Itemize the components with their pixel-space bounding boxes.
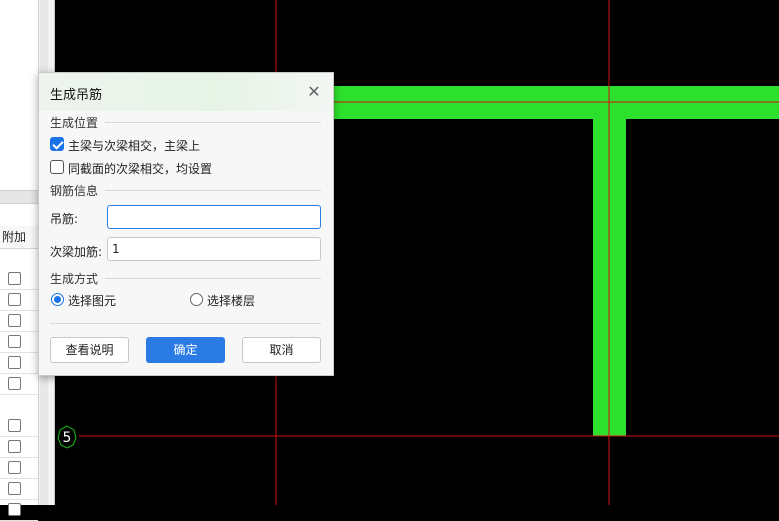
generate-hanger-dialog: 生成吊筋 ✕ 生成位置 主梁与次梁相交，主梁上 同截面的次梁相交，均设置 钢筋信…	[38, 72, 334, 376]
checkbox-label-same-section: 同截面的次梁相交，均设置	[68, 162, 213, 176]
checkbox-label-main-beam: 主梁与次梁相交，主梁上	[68, 139, 201, 153]
section-divider	[105, 278, 321, 279]
section-divider	[105, 122, 321, 123]
ok-button[interactable]: 确定	[146, 337, 225, 363]
property-row	[0, 436, 38, 458]
secondary-rebar-input[interactable]	[107, 237, 321, 261]
close-icon[interactable]: ✕	[305, 83, 323, 101]
axis-marker-label: 5	[63, 430, 72, 446]
property-row-checkbox[interactable]	[8, 335, 21, 348]
radio-label-select-element: 选择图元	[68, 294, 117, 308]
property-row	[0, 457, 38, 479]
property-row	[0, 268, 38, 290]
property-row-checkbox[interactable]	[8, 377, 21, 390]
dialog-title: 生成吊筋	[50, 88, 103, 103]
dialog-titlebar[interactable]: 生成吊筋 ✕	[39, 73, 333, 111]
property-row-checkbox[interactable]	[8, 461, 21, 474]
property-row-checkbox[interactable]	[8, 482, 21, 495]
column-header-attach: 附加	[0, 226, 40, 249]
property-row-checkbox[interactable]	[8, 419, 21, 432]
section-label-method: 生成方式	[50, 272, 99, 286]
property-row	[0, 352, 38, 374]
radio-select-element[interactable]	[51, 293, 64, 306]
section-label-rebar: 钢筋信息	[50, 184, 99, 198]
radio-label-select-floor: 选择楼层	[207, 294, 256, 308]
property-row-checkbox[interactable]	[8, 440, 21, 453]
property-row-checkbox[interactable]	[8, 314, 21, 327]
footer-divider	[50, 323, 321, 324]
panel-header-band	[0, 190, 38, 204]
checkbox-main-beam-intersect[interactable]	[50, 137, 64, 151]
cancel-button[interactable]: 取消	[242, 337, 321, 363]
property-row-checkbox[interactable]	[8, 293, 21, 306]
property-row	[0, 499, 38, 521]
property-row	[0, 415, 38, 437]
property-row-checkbox[interactable]	[8, 272, 21, 285]
section-label-position: 生成位置	[50, 116, 99, 130]
radio-select-floor[interactable]	[190, 293, 203, 306]
property-row	[0, 331, 38, 353]
checkbox-same-section-intersect[interactable]	[50, 160, 64, 174]
property-row	[0, 478, 38, 500]
hanger-label: 吊筋:	[50, 212, 79, 226]
property-row	[0, 310, 38, 332]
property-row	[0, 373, 38, 395]
section-divider	[105, 190, 321, 191]
property-row	[0, 289, 38, 311]
help-button[interactable]: 查看说明	[50, 337, 129, 363]
hanger-input[interactable]	[107, 205, 321, 229]
secondary-rebar-label: 次梁加筋:	[50, 245, 103, 259]
property-row-checkbox[interactable]	[8, 356, 21, 369]
